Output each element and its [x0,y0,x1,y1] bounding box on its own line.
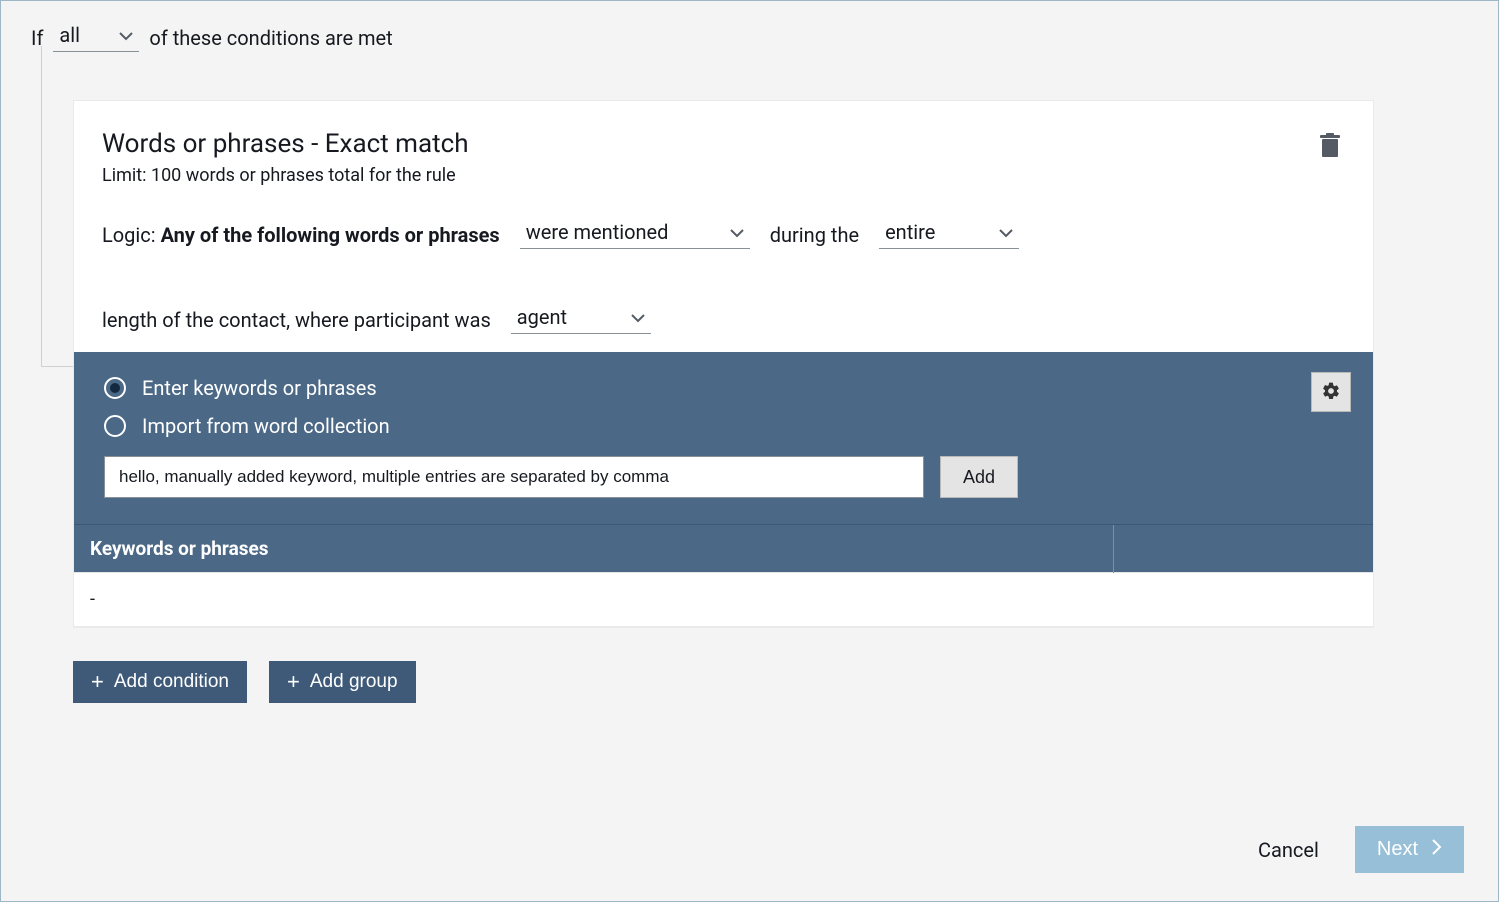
of-these-label: of these conditions are met [149,26,392,50]
tree-connector-vertical [41,46,42,366]
radio-import-collection[interactable]: Import from word collection [104,414,1343,438]
tree-connector-horizontal [41,366,73,367]
participant-select[interactable]: agent [511,305,651,334]
condition-mode-value: all [59,23,80,47]
trash-icon [1319,147,1341,162]
mention-select[interactable]: were mentioned [520,220,750,249]
next-label: Next [1377,838,1418,861]
duration-select[interactable]: entire [879,220,1019,249]
keywords-header-actions [1113,525,1373,573]
card-subtitle: Limit: 100 words or phrases total for th… [102,165,469,186]
radio-icon [104,415,126,437]
mention-value: were mentioned [526,220,669,244]
add-keyword-button[interactable]: Add [940,456,1018,498]
chevron-down-icon [119,32,133,42]
logic-bold: Any of the following words or phrases [161,223,500,247]
plus-icon: + [91,671,104,693]
empty-cell: - [74,573,1373,627]
add-condition-label: Add condition [114,671,229,693]
participant-value: agent [517,305,567,329]
add-group-label: Add group [310,671,398,693]
next-button[interactable]: Next [1355,826,1464,873]
radio-enter-label: Enter keywords or phrases [142,376,377,400]
logic-block: Logic: Any of the following words or phr… [74,186,1373,352]
keywords-panel: Enter keywords or phrases Import from wo… [74,352,1373,524]
table-row: - [74,573,1373,627]
radio-enter-keywords[interactable]: Enter keywords or phrases [104,376,1343,400]
chevron-down-icon [730,229,744,239]
condition-card: Words or phrases - Exact match Limit: 10… [73,100,1374,627]
logic-prefix: Logic: [102,223,156,247]
chevron-down-icon [999,229,1013,239]
radio-import-label: Import from word collection [142,414,390,438]
keywords-input[interactable] [104,456,924,498]
add-group-button[interactable]: + Add group [269,661,416,703]
gear-icon [1321,381,1341,404]
duration-value: entire [885,220,935,244]
plus-icon: + [287,671,300,693]
keywords-table: Keywords or phrases - [74,524,1373,626]
add-condition-button[interactable]: + Add condition [73,661,247,703]
cancel-button[interactable]: Cancel [1258,838,1319,862]
card-title: Words or phrases - Exact match [102,129,469,159]
radio-icon [104,377,126,399]
during-label: during the [770,223,859,247]
keywords-header: Keywords or phrases [74,525,1113,573]
settings-button[interactable] [1311,372,1351,412]
chevron-down-icon [631,314,645,324]
conditions-line: If all of these conditions are met [31,23,1472,52]
length-label: length of the contact, where participant… [102,308,491,332]
delete-condition-button[interactable] [1315,129,1345,166]
condition-mode-select[interactable]: all [53,23,139,52]
chevron-right-icon [1432,838,1442,861]
